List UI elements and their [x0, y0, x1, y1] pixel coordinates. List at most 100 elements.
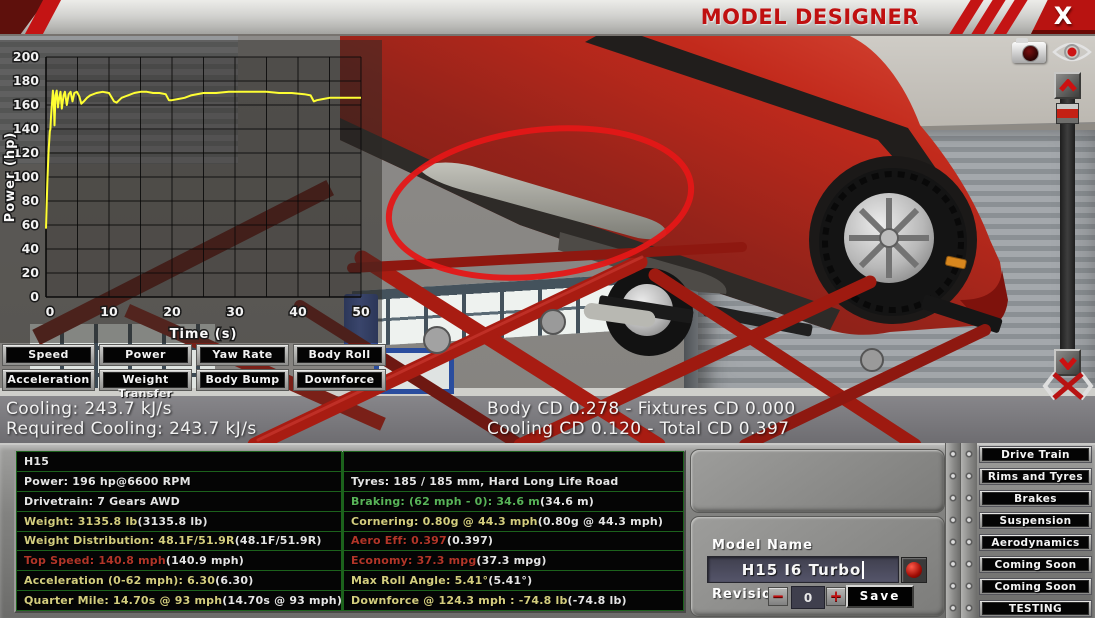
camera-icon-hump: [1016, 38, 1028, 43]
graph-button-body-bump[interactable]: Body Bump: [196, 369, 289, 391]
stat-text: Tyres: 185 / 185 mm, Hard Long Life Road: [351, 475, 618, 488]
graph-button-yaw-rate[interactable]: Yaw Rate: [196, 344, 289, 366]
tab-coming-soon[interactable]: Coming Soon: [979, 578, 1092, 595]
svg-text:20: 20: [163, 304, 181, 319]
stat-text: Weight: 3135.8 lb: [24, 515, 138, 528]
chevron-up-icon[interactable]: [1054, 72, 1081, 99]
tab-suspension[interactable]: Suspension: [979, 512, 1092, 529]
window-title: MODEL DESIGNER: [701, 5, 919, 29]
stat-text: (37.3 mpg): [476, 554, 546, 567]
stat-text: Aero Eff: 0.397: [351, 534, 447, 547]
stat-text: (48.1F/51.9R): [235, 534, 322, 547]
camera-move-icon[interactable]: [1041, 366, 1095, 406]
title-stripes: [960, 0, 1017, 34]
table-row: [343, 451, 684, 472]
rivet-strip: [960, 443, 977, 618]
svg-text:10: 10: [100, 304, 118, 319]
svg-text:180: 180: [13, 73, 39, 88]
name-reset-knob[interactable]: [901, 557, 927, 583]
table-row: Downforce @ 124.3 mph : -74.8 lb (-74.8 …: [343, 590, 684, 611]
svg-text:0: 0: [46, 304, 55, 319]
stat-text: Economy: 37.3 mpg: [351, 554, 476, 567]
cooling-readout: Cooling: 243.7 kJ/s Required Cooling: 24…: [6, 399, 257, 439]
graph-button-label: Downforce: [297, 372, 382, 388]
scrollbar-handle[interactable]: [1056, 103, 1079, 124]
svg-text:30: 30: [226, 304, 244, 319]
stat-text: Weight Distribution: 48.1F/51.9R: [24, 534, 235, 547]
table-row: Tyres: 185 / 185 mm, Hard Long Life Road: [343, 471, 684, 492]
eye-icon[interactable]: [1052, 40, 1092, 64]
total-cd-line: Cooling CD 0.120 - Total CD 0.397: [487, 419, 796, 439]
stat-text: (-74.8 lb): [568, 594, 627, 607]
stat-text: (6.30): [215, 574, 253, 587]
graph-button-label: Acceleration: [6, 372, 91, 388]
tab-label: Aerodynamics: [982, 536, 1089, 549]
revision-value: 0: [791, 586, 825, 609]
stat-text: (3135.8 lb): [138, 515, 208, 528]
tab-label: TESTING: [982, 602, 1089, 615]
cooling-line: Cooling: 243.7 kJ/s: [6, 399, 257, 419]
tab-label: Rims and Tyres: [982, 470, 1089, 483]
svg-text:40: 40: [22, 241, 40, 256]
table-row: Drivetrain: 7 Gears AWD: [16, 491, 342, 512]
stats-table: H15Power: 196 hp@6600 RPMDrivetrain: 7 G…: [14, 450, 686, 613]
camera-icon[interactable]: [1012, 42, 1046, 63]
table-row: Quarter Mile: 14.70s @ 93 mph (14.70s @ …: [16, 590, 342, 611]
graph-button-label: Body Roll: [297, 347, 382, 363]
close-button[interactable]: X: [1031, 0, 1095, 34]
graph-button-downforce[interactable]: Downforce: [293, 369, 386, 391]
tab-testing[interactable]: TESTING: [979, 600, 1092, 617]
tab-aerodynamics[interactable]: Aerodynamics: [979, 534, 1092, 551]
graph-button-acceleration[interactable]: Acceleration: [2, 369, 95, 391]
graph-button-label: Body Bump: [200, 372, 285, 388]
svg-text:80: 80: [22, 193, 40, 208]
tab-coming-soon[interactable]: Coming Soon: [979, 556, 1092, 573]
rivet-strip: [945, 443, 960, 618]
graph-button-speed[interactable]: Speed: [2, 344, 95, 366]
svg-text:Power (hp): Power (hp): [3, 132, 18, 223]
blank-plate: [690, 449, 945, 513]
svg-text:20: 20: [22, 265, 40, 280]
save-button[interactable]: Save: [846, 585, 914, 608]
revision-decrement-button[interactable]: −: [768, 587, 788, 606]
scrollbar-track[interactable]: [1060, 99, 1075, 353]
required-cooling-line: Required Cooling: 243.7 kJ/s: [6, 419, 257, 439]
tab-label: Coming Soon: [982, 558, 1089, 571]
stat-text: (14.70s @ 93 mph): [222, 594, 342, 607]
table-row: Acceleration (0-62 mph): 6.30 (6.30): [16, 570, 342, 591]
camera-icon-lens: [1022, 45, 1039, 62]
stat-text: Quarter Mile: 14.70s @ 93 mph: [24, 594, 222, 607]
power-chart: 02040608010012014016018020001020304050Ti…: [0, 40, 382, 343]
tab-rims-and-tyres[interactable]: Rims and Tyres: [979, 468, 1092, 485]
table-row: Braking: (62 mph - 0): 34.6 m (34.6 m): [343, 491, 684, 512]
table-row: Cornering: 0.80g @ 44.3 mph (0.80g @ 44.…: [343, 511, 684, 532]
table-row: Top Speed: 140.8 mph (140.9 mph): [16, 550, 342, 571]
table-row: Weight: 3135.8 lb (3135.8 lb): [16, 511, 342, 532]
svg-text:200: 200: [13, 49, 39, 64]
drag-coefficient-readout: Body CD 0.278 - Fixtures CD 0.000 Coolin…: [487, 399, 796, 439]
tab-brakes[interactable]: Brakes: [979, 490, 1092, 507]
title-bar: MODEL DESIGNER X: [0, 0, 1095, 36]
stat-text: (0.80g @ 44.3 mph): [538, 515, 663, 528]
tab-drive-train[interactable]: Drive Train: [979, 446, 1092, 463]
design-tab-list: Drive Train Rims and Tyres Brakes Suspensio…: [979, 446, 1092, 618]
stat-text: (34.6 m): [540, 495, 594, 508]
tab-label: Brakes: [982, 492, 1089, 505]
body-cd-line: Body CD 0.278 - Fixtures CD 0.000: [487, 399, 796, 419]
model-name-input[interactable]: H15 I6 Turbo: [707, 556, 899, 583]
text-caret: [862, 561, 864, 579]
stat-text: Top Speed: 140.8 mph: [24, 554, 166, 567]
revision-increment-button[interactable]: +: [826, 587, 846, 606]
graph-button-label: Yaw Rate: [200, 347, 285, 363]
graph-button-body-roll[interactable]: Body Roll: [293, 344, 386, 366]
table-row: Aero Eff: 0.397 (0.397): [343, 531, 684, 552]
graph-button-weight-transfer[interactable]: Weight Transfer: [99, 369, 192, 391]
stat-text: Acceleration (0-62 mph): 6.30: [24, 574, 215, 587]
graph-button-power[interactable]: Power: [99, 344, 192, 366]
svg-text:Time (s): Time (s): [170, 327, 238, 342]
table-row: Max Roll Angle: 5.41° (5.41°): [343, 570, 684, 591]
svg-text:0: 0: [30, 289, 39, 304]
tab-label: Coming Soon: [982, 580, 1089, 593]
svg-text:40: 40: [289, 304, 307, 319]
table-row: H15: [16, 451, 342, 472]
